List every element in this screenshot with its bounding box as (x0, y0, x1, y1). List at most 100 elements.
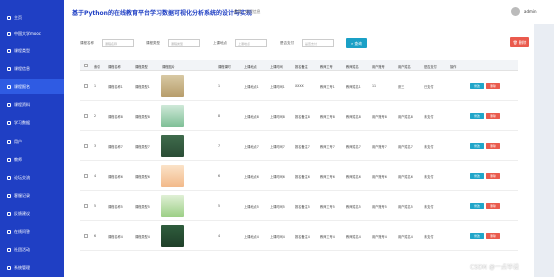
header-user-name: 用户姓名 (398, 64, 411, 69)
cell-index: 6 (94, 234, 97, 238)
edit-button[interactable]: 修改 (470, 203, 484, 209)
row-checkbox[interactable] (84, 84, 88, 88)
table-row: 4 课程名称6 课程类型6 6 上课地点6 上课时间6 报名备注6 教师工号6 … (80, 161, 518, 191)
cell-user-id: 用户账号8 (372, 115, 387, 119)
scrollbar[interactable] (538, 24, 554, 277)
sidebar-item-learning-data[interactable]: 学习数据 (0, 115, 64, 130)
cell-place: 上课地点5 (244, 205, 259, 209)
cell-user-name: 用户姓名7 (398, 145, 413, 149)
cell-index: 1 (94, 84, 97, 88)
sidebar-item-users[interactable]: 用户 (0, 134, 64, 149)
sidebar-item-qa[interactable]: 在线问答 (0, 224, 64, 239)
table-row: 2 课程名称8 课程类型8 8 上课地点8 上课时间8 报名备注8 教师工号8 … (80, 101, 518, 131)
cell-time: 上课时间7 (270, 145, 285, 149)
cell-teacher-id: 教师工号4 (320, 235, 335, 239)
edit-button[interactable]: 修改 (470, 83, 484, 89)
cell-note: 报名备注5 (295, 205, 310, 209)
select-all-checkbox[interactable] (84, 63, 88, 67)
cell-user-id: 用户账号7 (372, 145, 387, 149)
cell-user-name: 用户姓名5 (398, 205, 413, 209)
cell-type: 课程类型1 (135, 85, 150, 89)
cell-place: 上课地点6 (244, 175, 259, 179)
breadcrumb-home[interactable]: 首页 (234, 9, 242, 14)
cell-index: 3 (94, 144, 97, 148)
edit-button[interactable]: 修改 (470, 113, 484, 119)
cell-note: 报名备注4 (295, 235, 310, 239)
cell-name: 课程名称8 (108, 115, 123, 119)
delete-button[interactable]: 删除 (486, 143, 500, 149)
search-button[interactable]: ⌕ 查询 (346, 38, 367, 48)
edit-button[interactable]: 修改 (470, 233, 484, 239)
cell-teacher-name: 教师姓名1 (346, 85, 361, 89)
table-row: 5 课程名称5 课程类型5 5 上课地点5 上课时间5 报名备注5 教师工号5 … (80, 191, 518, 221)
row-checkbox[interactable] (84, 204, 88, 208)
cell-name: 课程名称5 (108, 205, 123, 209)
delete-button[interactable]: 删除 (486, 83, 500, 89)
delete-button[interactable]: 删除 (486, 203, 500, 209)
cell-user-name: 用户姓名8 (398, 115, 413, 119)
course-type-input[interactable]: 课程类型 (168, 39, 200, 47)
sidebar-item-course-materials[interactable]: 课程资料 (0, 97, 64, 112)
sidebar-item-home[interactable]: 主页 (0, 10, 64, 25)
tag-icon (7, 48, 11, 53)
cell-teacher-id: 教师工号7 (320, 145, 335, 149)
cell-paid: 未支付 (424, 205, 434, 209)
place-input[interactable]: 上课地点 (235, 39, 267, 47)
row-checkbox[interactable] (84, 234, 88, 238)
cell-time: 上课时间1 (270, 85, 285, 89)
cell-name: 课程名称7 (108, 145, 123, 149)
paid-input[interactable]: 是否支付 (302, 39, 334, 47)
cell-paid: 未支付 (424, 235, 434, 239)
filter-bar: 课程名称 课程名称 课程类型 课程类型 上课地点 上课地点 是否支付 是否支付 … (80, 38, 520, 49)
cell-user-id: 11 (372, 84, 377, 88)
header-time: 上课时间 (270, 64, 283, 69)
batch-delete-button[interactable]: 🗑 删除 (510, 37, 529, 47)
username[interactable]: admin (524, 9, 537, 14)
avatar[interactable] (511, 7, 520, 16)
sidebar-item-system[interactable]: 系统管理 (0, 260, 64, 275)
edit-button[interactable]: 修改 (470, 173, 484, 179)
row-checkbox[interactable] (84, 144, 88, 148)
header-place: 上课地点 (244, 64, 257, 69)
cell-time: 上课时间8 (270, 115, 285, 119)
cell-time: 上课时间5 (270, 205, 285, 209)
sidebar-item-service[interactable]: 客服记录 (0, 188, 64, 203)
header-user-id: 用户账号 (372, 64, 385, 69)
header-teacher-id: 教师工号 (320, 64, 333, 69)
edit-button[interactable]: 修改 (470, 143, 484, 149)
chat-icon (7, 193, 11, 198)
sidebar-item-course-signup[interactable]: 课程报名 (0, 79, 64, 94)
cell-teacher-name: 教师姓名6 (346, 175, 361, 179)
watermark: CSDN @一点毕设 (470, 264, 520, 271)
cell-type: 课程类型8 (135, 115, 150, 119)
cell-name: 课程名称1 (108, 85, 123, 89)
cell-paid: 已支付 (424, 85, 434, 89)
sidebar-item-forum[interactable]: 论坛交流 (0, 170, 64, 185)
course-image (161, 195, 184, 217)
cell-teacher-name: 教师姓名5 (346, 205, 361, 209)
cell-index: 4 (94, 174, 97, 178)
sidebar-item-teachers[interactable]: 教师 (0, 152, 64, 167)
book-icon (7, 31, 11, 36)
row-checkbox[interactable] (84, 114, 88, 118)
info-icon (7, 66, 11, 71)
question-icon (7, 229, 11, 234)
cell-type: 课程类型5 (135, 205, 150, 209)
row-checkbox[interactable] (84, 174, 88, 178)
sidebar-item-mooc[interactable]: 中国大学mooc (0, 26, 64, 41)
sidebar-item-course-type[interactable]: 课程类型 (0, 43, 64, 58)
settings-icon (7, 265, 11, 270)
cell-paid: 未支付 (424, 115, 434, 119)
course-name-input[interactable]: 课程名称 (102, 39, 134, 47)
delete-button[interactable]: 删除 (486, 233, 500, 239)
sidebar: 主页 中国大学mooc 课程类型 课程信息 课程报名 课程资料 学习数据 用户 … (0, 0, 64, 277)
sidebar-item-feedback[interactable]: 反馈建议 (0, 206, 64, 221)
teacher-icon (7, 157, 11, 162)
sidebar-item-course-info[interactable]: 课程信息 (0, 61, 64, 76)
delete-button[interactable]: 删除 (486, 173, 500, 179)
delete-button[interactable]: 删除 (486, 113, 500, 119)
top-header: 基于Python的在线教育平台学习数据可视化分析系统的设计与实现 首页 / 课程… (64, 0, 554, 24)
sidebar-item-clubs[interactable]: 社团活动 (0, 242, 64, 257)
cell-hours: 1 (218, 84, 221, 88)
header-teacher-name: 教师姓名 (346, 64, 359, 69)
